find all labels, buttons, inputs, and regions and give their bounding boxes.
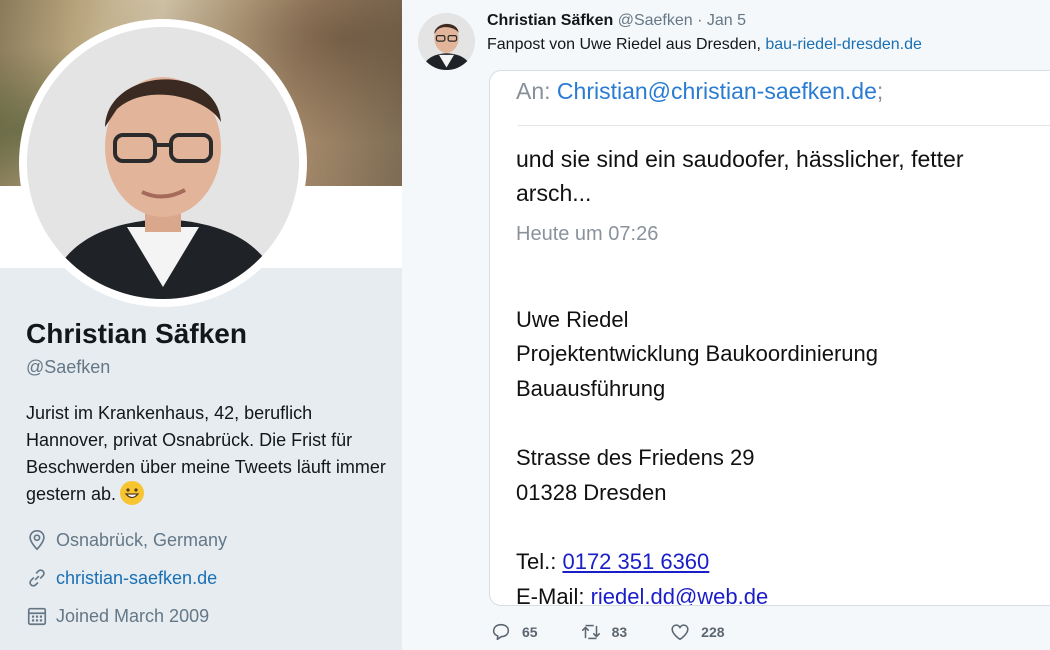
profile-avatar[interactable] xyxy=(27,27,299,299)
email-link: riedel.dd@web.de xyxy=(590,584,769,606)
person-portrait-icon xyxy=(418,13,475,70)
email-to-suffix: ; xyxy=(876,78,884,104)
signature-street: Strasse des Friedens 29 xyxy=(516,445,755,470)
joined-text: Joined March 2009 xyxy=(56,605,210,626)
reply-icon xyxy=(492,623,510,641)
tweet-link[interactable]: bau-riedel-dresden.de xyxy=(765,36,922,53)
profile-name[interactable]: Christian Säfken xyxy=(26,318,247,350)
email-recipient: An: Christian@christian-saefken.de; xyxy=(516,78,883,105)
like-count: 228 xyxy=(701,624,725,640)
phone-label: Tel.: xyxy=(516,549,563,574)
reply-button[interactable]: 65 xyxy=(490,621,538,643)
profile-joined: Joined March 2009 xyxy=(26,603,209,629)
signature-phone: Tel.: 0172 351 6360 xyxy=(516,549,709,575)
tweet-text: Fanpost von Uwe Riedel aus Dresden, bau-… xyxy=(487,36,922,54)
email-divider xyxy=(518,125,1050,126)
tweet-author-avatar[interactable] xyxy=(418,13,475,70)
email-label: E-Mail: xyxy=(516,584,591,606)
location-pin-icon xyxy=(29,530,45,551)
retweet-icon xyxy=(581,624,600,640)
tweet-author-handle[interactable]: @Saefken xyxy=(618,12,693,29)
link-icon xyxy=(29,569,45,587)
tweet-header: Christian Säfken @Saefken · Jan 5 xyxy=(487,12,746,30)
like-button[interactable]: 228 xyxy=(669,621,725,643)
profile-website: christian-saefken.de xyxy=(26,565,217,591)
tweet: Christian Säfken @Saefken · Jan 5 Fanpos… xyxy=(402,0,1050,650)
heart-icon xyxy=(671,624,689,641)
website-link[interactable]: christian-saefken.de xyxy=(56,568,217,589)
email-message: und sie sind ein saudoofer, hässlicher, … xyxy=(516,146,964,206)
tweet-actions: 65 83 228 xyxy=(490,620,767,644)
grinning-face-icon xyxy=(120,481,145,505)
tweet-date[interactable]: Jan 5 xyxy=(707,12,746,29)
profile-location: Osnabrück, Germany xyxy=(26,527,227,553)
signature-email: E-Mail: riedel.dd@web.de xyxy=(516,584,769,606)
bio-text: Jurist im Krankenhaus, 42, beruflich Han… xyxy=(26,403,386,504)
tweet-text-body: Fanpost von Uwe Riedel aus Dresden, xyxy=(487,36,766,53)
email-to-address: Christian@christian-saefken.de xyxy=(556,78,877,104)
phone-link: 0172 351 6360 xyxy=(562,549,710,574)
email-timestamp: Heute um 07:26 xyxy=(516,223,659,245)
profile-card: Christian Säfken @Saefken Jurist im Kran… xyxy=(0,0,402,650)
person-portrait-icon xyxy=(27,27,299,299)
signature-city: 01328 Dresden xyxy=(516,480,667,505)
email-screenshot-image[interactable]: An: Christian@christian-saefken.de; und … xyxy=(489,70,1050,606)
signature-title-line1: Projektentwicklung Baukoordinierung xyxy=(516,341,878,366)
profile-bio: Jurist im Krankenhaus, 42, beruflich Han… xyxy=(26,400,396,508)
profile-handle[interactable]: @Saefken xyxy=(26,357,110,378)
retweet-button[interactable]: 83 xyxy=(580,621,628,643)
tweet-author-name[interactable]: Christian Säfken xyxy=(487,12,613,29)
signature-name: Uwe Riedel xyxy=(516,307,629,332)
reply-count: 65 xyxy=(522,624,538,640)
calendar-icon xyxy=(27,607,47,626)
twitter-screenshot: Christian Säfken @Saefken Jurist im Kran… xyxy=(0,0,1050,650)
retweet-count: 83 xyxy=(611,624,628,640)
location-text: Osnabrück, Germany xyxy=(56,529,228,550)
email-to-label: An: xyxy=(516,78,551,104)
signature-title-line2: Bauausführung xyxy=(516,376,666,401)
tweet-separator: · xyxy=(697,12,703,29)
